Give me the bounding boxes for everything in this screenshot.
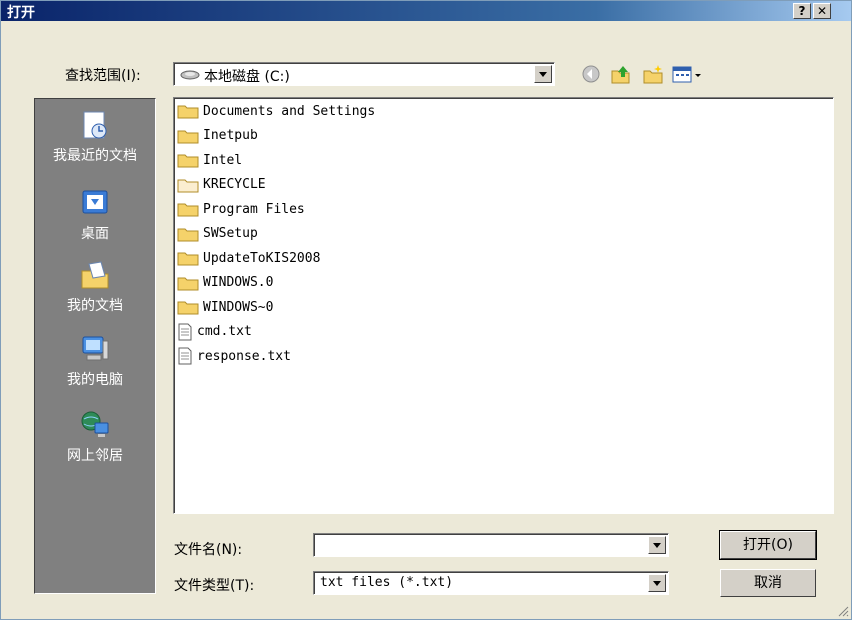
drive-icon <box>180 70 200 80</box>
place-label: 我最近的文档 <box>53 148 137 164</box>
close-button[interactable]: ✕ <box>813 3 831 19</box>
places-bar: 我最近的文档 桌面 我的文档 我的电脑 网上邻居 <box>34 98 156 594</box>
file-name: Intel <box>203 152 243 168</box>
folder-icon <box>177 105 199 119</box>
desktop-icon <box>82 190 108 214</box>
back-icon[interactable] <box>579 63 603 85</box>
new-folder-icon[interactable] <box>641 63 665 85</box>
folder-icon <box>177 228 199 241</box>
folder-icon <box>177 154 199 168</box>
file-list-item[interactable]: Documents and Settings <box>177 101 375 121</box>
filename-input[interactable] <box>313 533 669 557</box>
text-file-icon <box>178 347 192 365</box>
place-label: 我的文档 <box>67 298 123 314</box>
filename-label: 文件名(N): <box>174 542 243 558</box>
my-computer-icon <box>82 336 109 361</box>
lookin-select[interactable]: 本地磁盘 (C:) <box>173 62 555 86</box>
text-file-icon <box>178 323 192 340</box>
folder-icon <box>177 179 199 192</box>
filetype-select[interactable]: txt files (*.txt) <box>313 571 669 595</box>
chevron-down-icon[interactable] <box>648 536 666 554</box>
file-list-item[interactable]: Inetpub <box>177 126 258 146</box>
file-name: Program Files <box>203 201 305 217</box>
place-label: 我的电脑 <box>67 372 123 388</box>
file-list-item[interactable]: UpdateToKIS2008 <box>177 248 320 268</box>
folder-icon <box>177 277 199 290</box>
my-documents-icon <box>81 261 109 289</box>
open-button[interactable]: 打开(O) <box>719 530 817 560</box>
file-list[interactable]: Documents and Settings Inetpub Intel KRECYC… <box>173 97 834 514</box>
place-my-computer[interactable]: 我的电脑 <box>35 333 155 389</box>
lookin-label: 查找范围(I): <box>65 68 141 84</box>
file-list-item[interactable]: WINDOWS~0 <box>177 297 273 317</box>
place-desktop[interactable]: 桌面 <box>35 187 155 243</box>
file-name: cmd.txt <box>197 324 252 339</box>
file-name: Documents and Settings <box>203 103 376 119</box>
file-list-item[interactable]: WINDOWS.0 <box>177 273 273 293</box>
open-dialog: 打开 ? ✕ 查找范围(I): 本地磁盘 (C:) 我最近的文档 桌面 我的文档… <box>0 0 852 620</box>
cancel-button[interactable]: 取消 <box>720 569 816 597</box>
folder-icon <box>177 130 199 143</box>
network-places-icon <box>81 411 109 437</box>
filetype-value: txt files (*.txt) <box>320 575 454 590</box>
folder-icon <box>177 203 199 217</box>
resize-grip-icon[interactable] <box>837 605 849 617</box>
title-bar[interactable]: 打开 ? ✕ <box>1 1 851 21</box>
file-name: KRECYCLE <box>203 177 266 192</box>
file-name: response.txt <box>197 348 291 364</box>
file-list-item[interactable]: Program Files <box>177 199 305 219</box>
place-network[interactable]: 网上邻居 <box>35 409 155 465</box>
place-recent-docs[interactable]: 我最近的文档 <box>35 109 155 165</box>
file-name: UpdateToKIS2008 <box>203 250 321 266</box>
chevron-down-icon[interactable] <box>534 65 552 83</box>
filetype-label: 文件类型(T): <box>174 578 255 594</box>
help-button[interactable]: ? <box>793 3 811 19</box>
file-name: Inetpub <box>203 128 258 143</box>
place-label: 桌面 <box>81 226 109 242</box>
file-name: SWSetup <box>203 226 258 241</box>
folder-icon <box>177 301 199 315</box>
folder-icon <box>177 252 199 266</box>
window-title: 打开 <box>7 5 35 21</box>
file-list-item[interactable]: cmd.txt <box>177 322 252 342</box>
place-label: 网上邻居 <box>67 448 123 464</box>
lookin-value: 本地磁盘 (C:) <box>204 69 290 85</box>
up-folder-icon[interactable] <box>609 63 633 85</box>
file-list-item[interactable]: KRECYCLE <box>177 175 266 195</box>
file-name: WINDOWS~0 <box>203 299 274 315</box>
file-list-item[interactable]: SWSetup <box>177 224 258 244</box>
view-menu-icon[interactable] <box>671 63 703 85</box>
file-list-item[interactable]: response.txt <box>177 346 291 366</box>
recent-docs-icon <box>83 111 107 139</box>
place-my-documents[interactable]: 我的文档 <box>35 259 155 315</box>
chevron-down-icon[interactable] <box>648 574 666 592</box>
file-list-item[interactable]: Intel <box>177 150 242 170</box>
file-name: WINDOWS.0 <box>203 275 274 290</box>
